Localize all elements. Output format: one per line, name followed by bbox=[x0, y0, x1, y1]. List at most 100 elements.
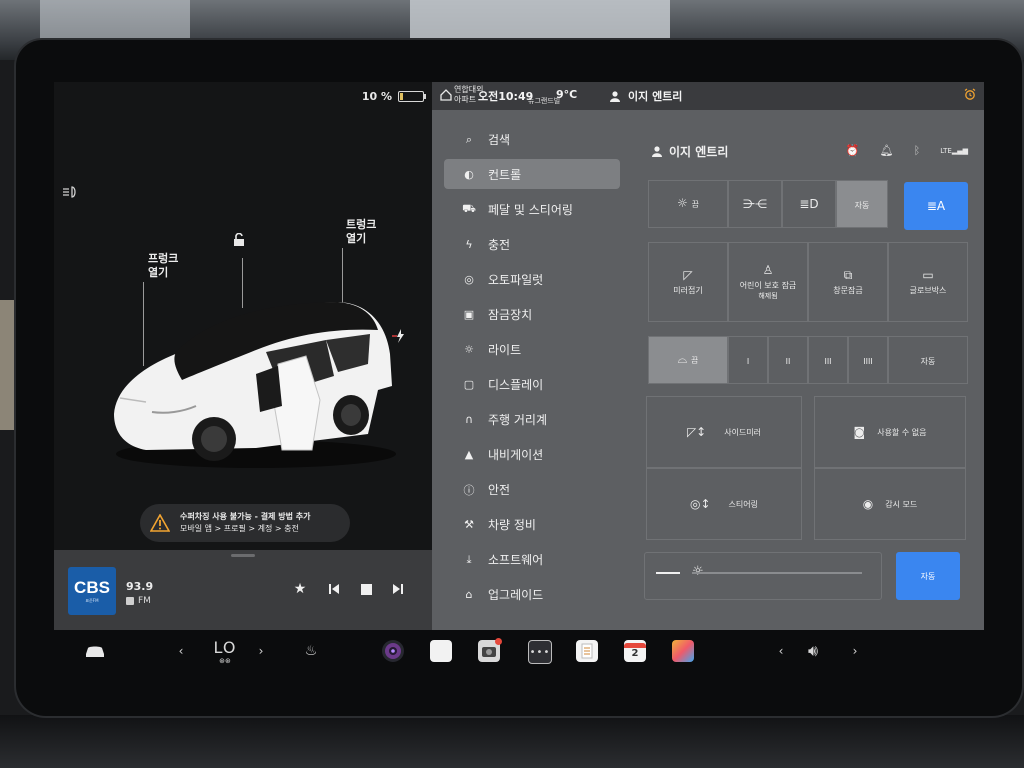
supercharging-alert[interactable]: 수퍼차징 사용 불가능 - 결제 방법 추가 모바일 앱 > 프로필 > 계정 … bbox=[140, 504, 350, 542]
volume-up-chevron-icon[interactable]: › bbox=[844, 640, 866, 662]
auto-high-beam-button[interactable]: ≣A bbox=[904, 182, 968, 230]
wiper-speed-3-button[interactable]: III bbox=[808, 336, 848, 384]
wiper-speed-4-button[interactable]: IIII bbox=[848, 336, 888, 384]
menu-item-label: 주행 거리계 bbox=[488, 413, 548, 427]
clock: 오전10:49 bbox=[478, 90, 534, 103]
bluetooth-icon[interactable]: ᛒ bbox=[914, 144, 921, 157]
car-icon[interactable] bbox=[84, 640, 106, 662]
wiper-speed-1-label: I bbox=[746, 357, 750, 366]
temp-down-chevron-icon[interactable]: ‹ bbox=[170, 640, 192, 662]
wipers-auto-label: 자동 bbox=[920, 357, 936, 366]
window-lock-button[interactable]: ⧉ 창문잠금 bbox=[808, 242, 888, 322]
menu-item-6[interactable]: ☼ 라이트 bbox=[444, 332, 620, 367]
dashboard bbox=[0, 715, 1024, 768]
lock-icon: ▣ bbox=[463, 308, 475, 321]
glovebox-button[interactable]: ▭ 글로브박스 bbox=[888, 242, 968, 322]
lights-off-button[interactable]: ☼ 끔 bbox=[648, 180, 728, 228]
menu-item-10[interactable]: ⓘ 안전 bbox=[444, 472, 620, 507]
parking-lights-button[interactable]: ⋺⋲ bbox=[728, 180, 782, 228]
side-mirror-label: 사이드미러 bbox=[724, 427, 762, 437]
camera-app-icon[interactable] bbox=[382, 640, 404, 662]
wiper-speed-4-label: IIII bbox=[863, 357, 873, 366]
child-lock-icon: ♙ bbox=[762, 262, 774, 277]
toybox-icon[interactable] bbox=[430, 640, 452, 662]
notification-bell-icon[interactable]: 🔔︎ bbox=[880, 144, 894, 157]
taskbar: ‹ LO ⊛⊛ › ♨ ••• 2 ‹ 🔊︎ › bbox=[54, 630, 984, 674]
fold-mirrors-label: 미러접기 bbox=[673, 286, 703, 295]
wipers-off-button[interactable]: ⌓ 끔 bbox=[648, 336, 728, 384]
ceiling-light-panel bbox=[40, 0, 190, 40]
media-drag-handle[interactable] bbox=[231, 554, 255, 557]
seat-heater-icon[interactable]: ♨ bbox=[300, 640, 322, 662]
dashcam-viewer-icon[interactable] bbox=[478, 638, 502, 662]
photo-app-icon[interactable] bbox=[672, 640, 694, 662]
menu-item-4[interactable]: ◎ 오토파일럿 bbox=[444, 262, 620, 297]
touchscreen: 10 % 프렁크 열기 트렁크 열기 수퍼차징 사용 불가능 - 결제 방법 추… bbox=[54, 82, 984, 630]
unlock-icon[interactable] bbox=[232, 232, 246, 246]
menu-item-1[interactable]: ◐ 컨트롤 bbox=[444, 159, 620, 189]
child-lock-label: 어린이 보호 잠금 bbox=[739, 280, 797, 290]
brightness-slider[interactable] bbox=[692, 572, 862, 574]
dashcam-button[interactable]: ◙ 사용할 수 없음 bbox=[814, 396, 966, 468]
sentry-mode-icon: ◉ bbox=[862, 497, 874, 511]
sentry-mode-button[interactable]: ◉ 감시 모드 bbox=[814, 468, 966, 540]
ceiling-light-panel bbox=[410, 0, 670, 40]
user-icon bbox=[610, 90, 620, 102]
info-icon: ⓘ bbox=[463, 483, 475, 497]
mirror-icon: ◸ bbox=[683, 268, 693, 282]
temp-up-chevron-icon[interactable]: › bbox=[250, 640, 272, 662]
side-mirror-adjust-button[interactable]: ◸↕ 사이드미러 bbox=[646, 396, 802, 468]
volume-speaker-icon[interactable]: 🔊︎ bbox=[802, 640, 824, 662]
search-icon: ⌕ bbox=[465, 132, 473, 146]
auto-high-beam-icon: ≣A bbox=[926, 199, 946, 213]
media-player[interactable]: CBS 표준FM 93.9 FM ★ bbox=[54, 550, 432, 630]
menu-item-2[interactable]: ⛟ 페달 및 스티어링 bbox=[444, 192, 620, 227]
steering-adjust-button[interactable]: ◎↕ 스티어링 bbox=[646, 468, 802, 540]
battery-icon bbox=[398, 91, 426, 102]
parking-lights-icon: ⋺⋲ bbox=[743, 197, 767, 211]
menu-item-5[interactable]: ▣ 잠금장치 bbox=[444, 297, 620, 332]
favorite-star-icon[interactable]: ★ bbox=[291, 580, 309, 598]
sun-icon: ☼ 끔 bbox=[677, 196, 699, 210]
menu-item-label: 충전 bbox=[488, 238, 511, 252]
wiper-speed-2-button[interactable]: II bbox=[768, 336, 808, 384]
steering-wheel-icon: ◎↕ bbox=[690, 497, 711, 511]
fold-mirrors-button[interactable]: ◸ 미러접기 bbox=[648, 242, 728, 322]
open-trunk-button[interactable]: 트렁크 열기 bbox=[346, 218, 386, 246]
menu-item-label: 잠금장치 bbox=[488, 308, 533, 322]
wiper-speed-1-button[interactable]: I bbox=[728, 336, 768, 384]
sun-icon: ☼ bbox=[464, 343, 474, 356]
child-lock-button[interactable]: ♙ 어린이 보호 잠금 해제됨 bbox=[728, 242, 808, 322]
wipers-auto-button[interactable]: 자동 bbox=[888, 336, 968, 384]
notes-icon[interactable] bbox=[576, 640, 598, 662]
profile-status-icons: ⏰ 🔔︎ ᛒ LTE▂▄▆ bbox=[846, 144, 968, 157]
low-beam-button[interactable]: ≣D bbox=[782, 180, 836, 228]
calendar-icon[interactable]: 2 bbox=[624, 640, 646, 662]
previous-track-icon[interactable] bbox=[325, 580, 343, 598]
menu-item-3[interactable]: ϟ 충전 bbox=[444, 227, 620, 262]
stop-icon[interactable] bbox=[357, 580, 375, 598]
menu-item-0[interactable]: ⌕ 검색 bbox=[444, 122, 620, 157]
menu-item-8[interactable]: ∩ 주행 거리계 bbox=[444, 402, 620, 437]
alert-title: 수퍼차징 사용 불가능 - 결제 방법 추가 bbox=[180, 512, 311, 521]
open-frunk-button[interactable]: 프렁크 열기 bbox=[148, 252, 188, 280]
more-apps-icon[interactable]: ••• bbox=[528, 640, 552, 664]
menu-item-13[interactable]: ⌂ 업그레이드 bbox=[444, 577, 620, 612]
next-track-icon[interactable] bbox=[389, 580, 407, 598]
profile-title[interactable]: 이지 엔트리 bbox=[652, 143, 728, 160]
lte-signal-icon: LTE▂▄▆ bbox=[940, 146, 968, 155]
brightness-auto-button[interactable]: 자동 bbox=[896, 552, 960, 600]
menu-item-9[interactable]: ▲ 내비게이션 bbox=[444, 437, 620, 472]
controls-content: 이지 엔트리 ⏰ 🔔︎ ᛒ LTE▂▄▆ ☼ 끔 ⋺⋲ ≣D 자동 ≣A ◸ 미… bbox=[642, 82, 984, 630]
glovebox-icon: ▭ bbox=[922, 268, 934, 282]
menu-item-label: 페달 및 스티어링 bbox=[488, 203, 573, 217]
menu-item-12[interactable]: ⤓ 소프트웨어 bbox=[444, 542, 620, 577]
volume-down-chevron-icon[interactable]: ‹ bbox=[770, 640, 792, 662]
lights-auto-button[interactable]: 자동 bbox=[836, 180, 888, 228]
brightness-slider-fill bbox=[656, 572, 680, 574]
alarm-icon[interactable]: ⏰ bbox=[846, 144, 860, 157]
climate-temperature[interactable]: LO ⊛⊛ bbox=[208, 638, 242, 665]
menu-item-11[interactable]: ⚒ 차량 정비 bbox=[444, 507, 620, 542]
menu-item-7[interactable]: ▢ 디스플레이 bbox=[444, 367, 620, 402]
station-logo-text: CBS bbox=[74, 578, 110, 597]
